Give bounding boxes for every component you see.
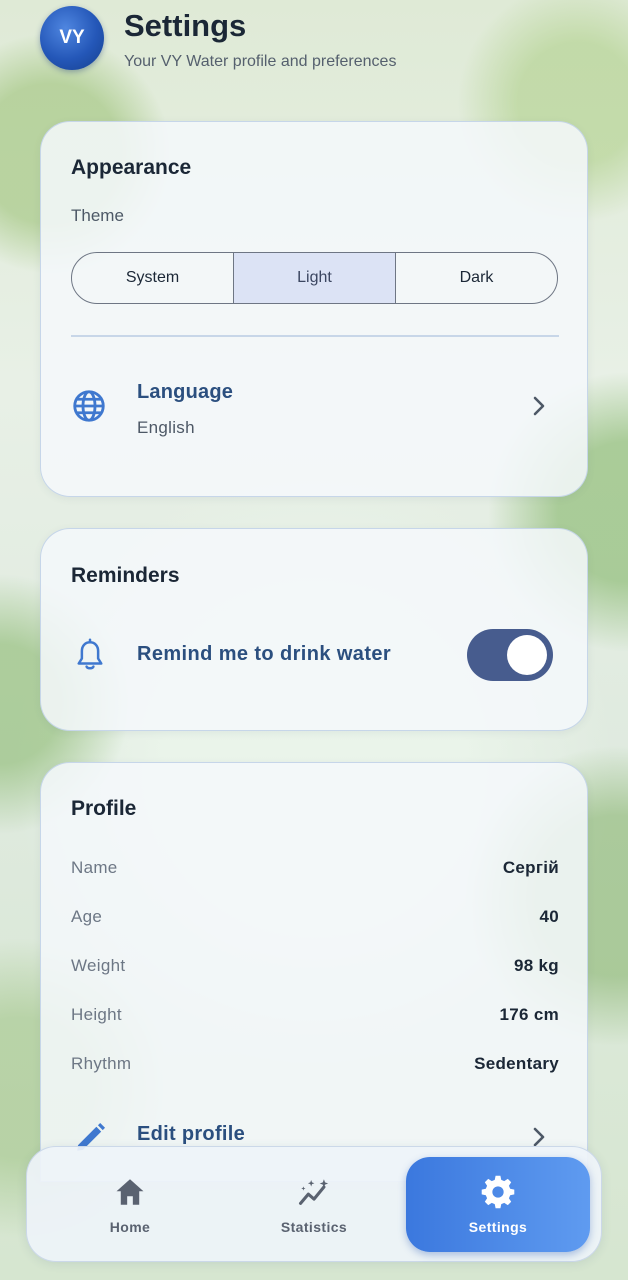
edit-profile-label: Edit profile xyxy=(137,1123,246,1145)
profile-value: 40 xyxy=(539,907,559,926)
theme-segmented-control: System Light Dark xyxy=(71,252,558,304)
theme-label: Theme xyxy=(71,206,124,225)
remind-label: Remind me to drink water xyxy=(137,643,392,665)
language-row[interactable]: Language English xyxy=(71,374,559,440)
theme-option-system[interactable]: System xyxy=(72,253,234,303)
profile-value: Sedentary xyxy=(474,1054,559,1073)
bell-icon xyxy=(77,638,103,670)
appearance-title: Appearance xyxy=(71,156,192,179)
profile-value: 98 kg xyxy=(514,956,559,975)
profile-row-weight: Weight 98 kg xyxy=(71,956,559,982)
gear-icon xyxy=(481,1175,515,1209)
nav-home-label: Home xyxy=(109,1219,151,1235)
theme-option-dark[interactable]: Dark xyxy=(396,253,557,303)
profile-key: Name xyxy=(71,858,118,877)
profile-row-age: Age 40 xyxy=(71,907,559,933)
reminders-card: Reminders Remind me to drink water xyxy=(40,528,588,731)
profile-card: Profile Name Сергій Age 40 Weight 98 kg … xyxy=(40,762,588,1182)
language-value: English xyxy=(137,418,195,437)
divider xyxy=(71,335,559,337)
header: VY Settings Your VY Water profile and pr… xyxy=(40,6,600,76)
nav-home[interactable]: Home xyxy=(38,1157,222,1251)
nav-statistics-label: Statistics xyxy=(280,1219,348,1235)
nav-statistics[interactable]: Statistics xyxy=(222,1157,406,1251)
page-title: Settings xyxy=(124,8,247,43)
profile-value: Сергій xyxy=(502,858,559,877)
page-subtitle: Your VY Water profile and preferences xyxy=(124,53,397,70)
avatar[interactable]: VY xyxy=(40,6,104,70)
profile-row-name: Name Сергій xyxy=(71,858,559,884)
profile-key: Height xyxy=(71,1005,122,1024)
home-icon xyxy=(116,1179,144,1205)
nav-settings[interactable]: Settings xyxy=(406,1157,590,1252)
toggle-knob xyxy=(507,635,547,675)
chevron-right-icon xyxy=(533,396,545,416)
globe-icon xyxy=(73,390,105,422)
profile-row-rhythm: Rhythm Sedentary xyxy=(71,1054,559,1080)
profile-row-height: Height 176 cm xyxy=(71,1005,559,1031)
bottom-nav: Home Statistics Settings xyxy=(26,1146,602,1262)
profile-key: Age xyxy=(71,907,103,926)
profile-key: Rhythm xyxy=(71,1054,132,1073)
language-title: Language xyxy=(137,381,234,403)
remind-toggle[interactable] xyxy=(467,629,553,681)
appearance-card: Appearance Theme System Light Dark Langu… xyxy=(40,121,588,497)
remind-row: Remind me to drink water xyxy=(71,627,559,687)
theme-option-light[interactable]: Light xyxy=(234,253,396,303)
statistics-icon xyxy=(298,1179,329,1205)
profile-value: 176 cm xyxy=(499,1005,559,1024)
reminders-title: Reminders xyxy=(71,564,180,587)
profile-title: Profile xyxy=(71,797,137,820)
profile-key: Weight xyxy=(71,956,126,975)
nav-settings-label: Settings xyxy=(468,1219,528,1235)
